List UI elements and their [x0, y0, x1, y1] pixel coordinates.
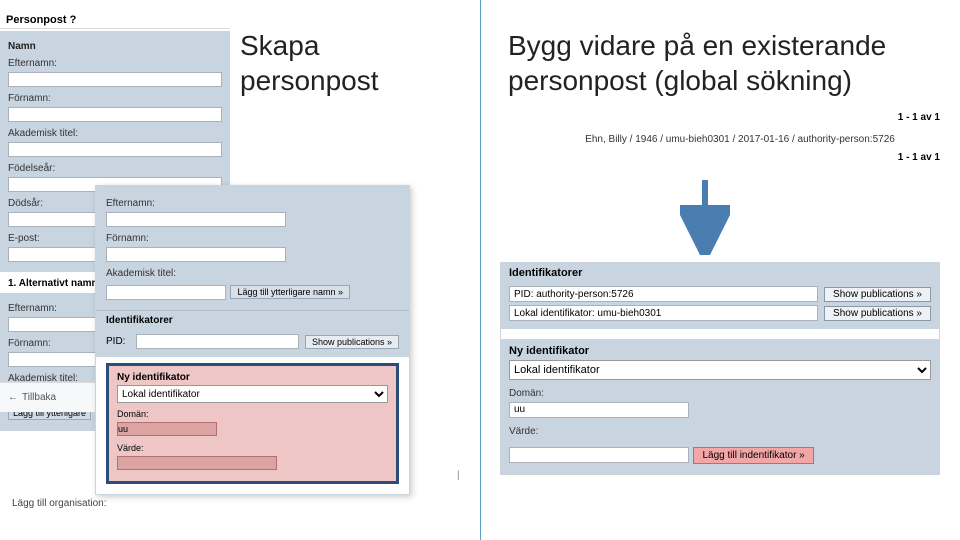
front-firstname-label: Förnamn: [106, 233, 399, 244]
lastname-input[interactable] [8, 72, 222, 87]
add-identifier-button[interactable]: Lägg till indentifikator » [693, 447, 813, 464]
front-lastname-input[interactable] [106, 212, 286, 227]
form-heading: Personpost ? [0, 12, 230, 29]
show-publications-button-1[interactable]: Show publications » [824, 287, 931, 302]
name-section-label: Namn [8, 41, 222, 52]
show-publications-button[interactable]: Show publications » [305, 335, 399, 349]
arrow-down-icon [680, 175, 730, 255]
pid-label: PID: [106, 336, 136, 347]
birthyear-label: Födelseår: [8, 163, 222, 174]
firstname-label: Förnamn: [8, 93, 222, 104]
right-title: Bygg vidare på en existerande personpost… [508, 28, 960, 98]
doman-label: Domän: [117, 409, 388, 419]
identifiers-heading: Identifikatorer [96, 310, 409, 330]
local-id-field[interactable] [509, 305, 818, 321]
result-count-bottom: 1 - 1 av 1 [898, 152, 940, 163]
varde-input[interactable] [117, 456, 277, 470]
newid-heading: Ny identifikator [117, 372, 388, 383]
front-firstname-input[interactable] [106, 247, 286, 262]
vertical-divider [480, 0, 481, 540]
back-link[interactable]: Tillbaka [8, 392, 56, 403]
slide-marker: | [457, 470, 460, 481]
front-acadtitle-label: Akademisk titel: [106, 268, 399, 279]
right-identifiers-heading: Identifikatorer [509, 267, 931, 283]
newid-select[interactable]: Lokal identifikator [117, 385, 388, 403]
new-identifier-box: Ny identifikator Lokal identifikator Dom… [106, 363, 399, 484]
right-varde-input[interactable] [509, 447, 689, 463]
pid-field[interactable] [509, 286, 818, 302]
left-title: Skapa personpost [240, 28, 379, 98]
varde-label: Värde: [117, 443, 388, 453]
create-person-form-front: Efternamn: Förnamn: Akademisk titel: Läg… [95, 185, 410, 495]
doman-input[interactable] [117, 422, 217, 436]
search-result-line[interactable]: Ehn, Billy / 1946 / umu-bieh0301 / 2017-… [540, 134, 940, 145]
lastname-label: Efternamn: [8, 58, 222, 69]
acadtitle-input[interactable] [8, 142, 222, 157]
existing-person-panel: Identifikatorer Show publications » Show… [500, 262, 940, 475]
right-newid-select[interactable]: Lokal identifikator [509, 360, 931, 380]
front-acadtitle-input[interactable] [106, 285, 226, 300]
firstname-input[interactable] [8, 107, 222, 122]
right-varde-label: Värde: [509, 426, 931, 437]
add-names-button[interactable]: Lägg till ytterligare namn » [230, 285, 350, 299]
add-org-label: Lägg till organisation: [12, 498, 107, 509]
front-lastname-label: Efternamn: [106, 198, 399, 209]
right-doman-label: Domän: [509, 388, 931, 399]
pid-input[interactable] [136, 334, 299, 349]
right-newid-heading: Ny identifikator [509, 345, 931, 357]
acadtitle-label: Akademisk titel: [8, 128, 222, 139]
result-count-top: 1 - 1 av 1 [898, 112, 940, 123]
right-doman-input[interactable] [509, 402, 689, 418]
show-publications-button-2[interactable]: Show publications » [824, 306, 931, 321]
